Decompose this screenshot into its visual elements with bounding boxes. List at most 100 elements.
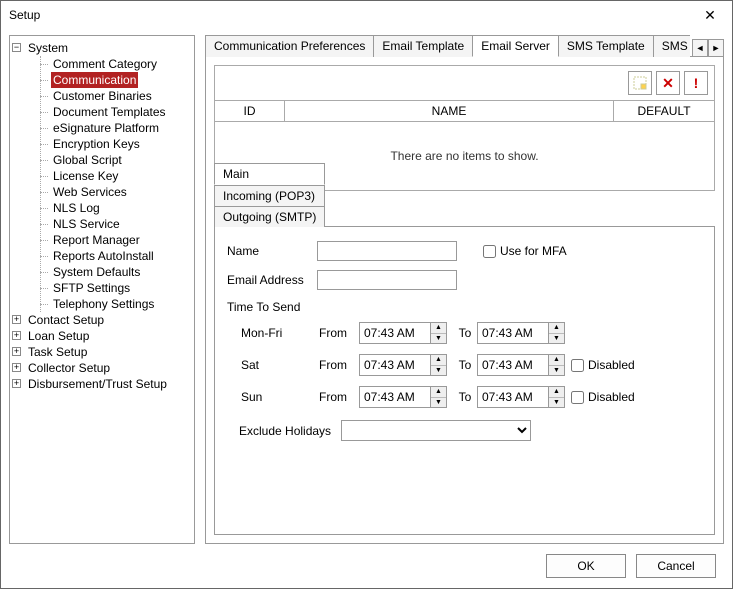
mfa-check-label: Use for MFA <box>500 244 567 258</box>
window-body: − System Comment CategoryCommunicationCu… <box>1 29 732 544</box>
top-tab-row: Communication PreferencesEmail TemplateE… <box>205 35 724 57</box>
spin-down-icon[interactable]: ▼ <box>431 366 446 376</box>
main-subpanel: Name Use for MFA Email Address Time To S… <box>214 226 715 535</box>
sun-disabled-checkbox[interactable]: Disabled <box>571 390 671 404</box>
sub-tab[interactable]: Incoming (POP3) <box>214 185 325 206</box>
footer: OK Cancel <box>1 544 732 588</box>
spin-down-icon[interactable]: ▼ <box>549 334 564 344</box>
sat-disabled-checkbox[interactable]: Disabled <box>571 358 671 372</box>
sat-disabled-label: Disabled <box>588 358 635 372</box>
top-tab[interactable]: SMS Server <box>653 35 690 57</box>
sun-to-input[interactable] <box>478 387 548 407</box>
tree-node[interactable]: Global Script <box>51 152 124 168</box>
from-label: From <box>319 390 359 404</box>
monfri-from-input[interactable] <box>360 323 430 343</box>
spin-down-icon[interactable]: ▼ <box>549 366 564 376</box>
tree-node[interactable]: SFTP Settings <box>51 280 132 296</box>
tree-node[interactable]: Communication <box>51 72 138 88</box>
tree-toggle-system[interactable]: − <box>12 43 21 52</box>
sat-to-input[interactable] <box>478 355 548 375</box>
delete-button[interactable]: ✕ <box>656 71 680 95</box>
tree-node[interactable]: Disbursement/Trust Setup <box>26 376 169 392</box>
col-default[interactable]: DEFAULT <box>614 101 714 121</box>
new-icon <box>633 76 647 90</box>
tree-toggle[interactable]: + <box>12 379 21 388</box>
tree-node[interactable]: License Key <box>51 168 120 184</box>
tree-node[interactable]: Report Manager <box>51 232 142 248</box>
sun-from-input[interactable] <box>360 387 430 407</box>
grid-header: ID NAME DEFAULT <box>215 101 714 122</box>
sun-disabled-input[interactable] <box>571 391 584 404</box>
tree-node[interactable]: NLS Service <box>51 216 122 232</box>
close-icon[interactable]: ✕ <box>694 4 726 26</box>
tree-node[interactable]: Telephony Settings <box>51 296 156 312</box>
tree-node-system[interactable]: System <box>26 40 70 56</box>
name-input[interactable] <box>317 241 457 261</box>
top-tab[interactable]: Communication Preferences <box>205 35 374 57</box>
col-id[interactable]: ID <box>215 101 285 121</box>
day-sat-label: Sat <box>239 358 319 372</box>
sat-from-input[interactable] <box>360 355 430 375</box>
to-label: To <box>453 390 477 404</box>
day-sun-label: Sun <box>239 390 319 404</box>
monfri-to-input[interactable] <box>478 323 548 343</box>
to-label: To <box>453 358 477 372</box>
email-input[interactable] <box>317 270 457 290</box>
sat-from-spinner[interactable]: ▲▼ <box>359 354 447 376</box>
tree-node[interactable]: Contact Setup <box>26 312 106 328</box>
cancel-button[interactable]: Cancel <box>636 554 716 578</box>
tree-node[interactable]: Loan Setup <box>26 328 91 344</box>
spin-up-icon[interactable]: ▲ <box>549 355 564 366</box>
use-for-mfa-checkbox[interactable]: Use for MFA <box>483 244 567 258</box>
spin-up-icon[interactable]: ▲ <box>431 355 446 366</box>
day-monfri-label: Mon-Fri <box>239 326 319 340</box>
sub-tab[interactable]: Outgoing (SMTP) <box>214 206 325 227</box>
spin-up-icon[interactable]: ▲ <box>431 323 446 334</box>
tree-node[interactable]: Task Setup <box>26 344 89 360</box>
sun-to-spinner[interactable]: ▲▼ <box>477 386 565 408</box>
sat-disabled-input[interactable] <box>571 359 584 372</box>
tree-node[interactable]: Document Templates <box>51 104 168 120</box>
sub-tab[interactable]: Main <box>214 163 325 185</box>
mfa-check-input[interactable] <box>483 245 496 258</box>
tree-node[interactable]: Comment Category <box>51 56 159 72</box>
top-tab[interactable]: SMS Template <box>558 35 654 57</box>
exclude-holidays-select[interactable] <box>341 420 531 441</box>
tree-node[interactable]: Web Services <box>51 184 129 200</box>
window-title: Setup <box>9 8 40 22</box>
tree-toggle[interactable]: + <box>12 315 21 324</box>
spin-down-icon[interactable]: ▼ <box>431 334 446 344</box>
tree-node[interactable]: NLS Log <box>51 200 102 216</box>
ok-button[interactable]: OK <box>546 554 626 578</box>
col-name[interactable]: NAME <box>285 101 614 121</box>
tree-node[interactable]: Encryption Keys <box>51 136 142 152</box>
top-tab[interactable]: Email Template <box>373 35 473 57</box>
sun-from-spinner[interactable]: ▲▼ <box>359 386 447 408</box>
spin-down-icon[interactable]: ▼ <box>431 398 446 408</box>
spin-up-icon[interactable]: ▲ <box>549 323 564 334</box>
spin-up-icon[interactable]: ▲ <box>549 387 564 398</box>
from-label: From <box>319 326 359 340</box>
top-tab[interactable]: Email Server <box>472 35 559 57</box>
tree-node[interactable]: Reports AutoInstall <box>51 248 156 264</box>
tree-toggle[interactable]: + <box>12 363 21 372</box>
new-button[interactable] <box>628 71 652 95</box>
tab-scroll-right[interactable]: ► <box>708 39 724 57</box>
setup-window: Setup ✕ − System Comment CategoryCommuni… <box>0 0 733 589</box>
tree-node[interactable]: Customer Binaries <box>51 88 154 104</box>
monfri-from-spinner[interactable]: ▲▼ <box>359 322 447 344</box>
tree-toggle[interactable]: + <box>12 331 21 340</box>
sat-to-spinner[interactable]: ▲▼ <box>477 354 565 376</box>
alert-button[interactable]: ! <box>684 71 708 95</box>
tree-node[interactable]: Collector Setup <box>26 360 112 376</box>
tree-node[interactable]: System Defaults <box>51 264 142 280</box>
monfri-to-spinner[interactable]: ▲▼ <box>477 322 565 344</box>
spin-down-icon[interactable]: ▼ <box>549 398 564 408</box>
tree-node[interactable]: eSignature Platform <box>51 120 161 136</box>
tab-scroll-left[interactable]: ◄ <box>692 39 708 57</box>
toolbar: ✕ ! <box>214 65 715 101</box>
from-label: From <box>319 358 359 372</box>
tree-toggle[interactable]: + <box>12 347 21 356</box>
nav-tree: − System Comment CategoryCommunicationCu… <box>9 35 195 544</box>
spin-up-icon[interactable]: ▲ <box>431 387 446 398</box>
